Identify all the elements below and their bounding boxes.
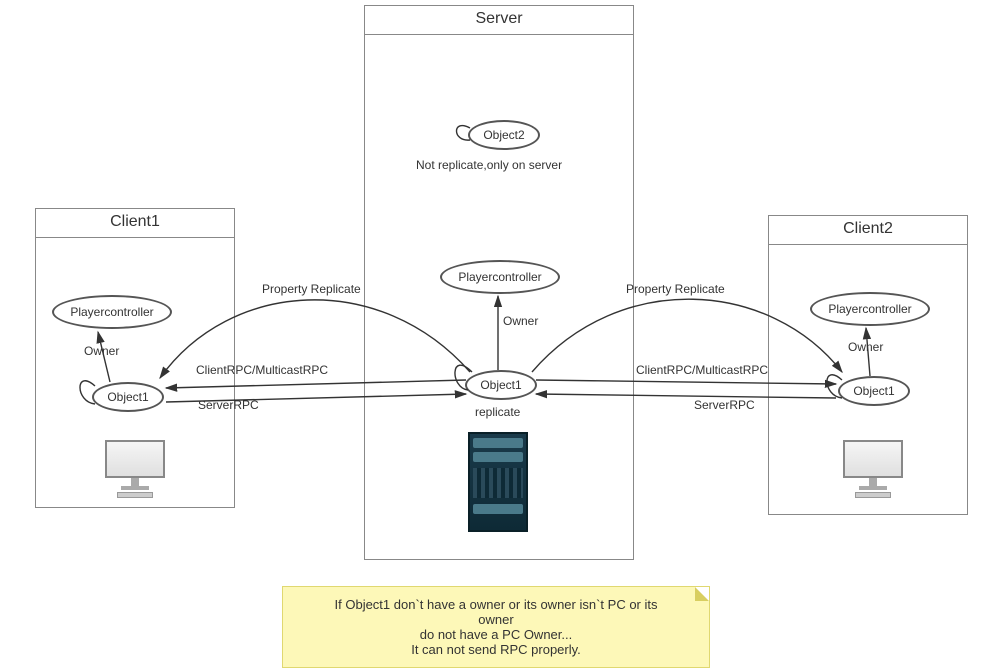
server-rack-icon [468, 432, 528, 532]
note-line1: If Object1 don`t have a owner or its own… [323, 597, 669, 627]
client1-monitor-icon [100, 440, 170, 500]
server-not-replicate-label: Not replicate,only on server [416, 158, 562, 172]
server-title: Server [365, 10, 633, 28]
note-line3: It can not send RPC properly. [323, 642, 669, 657]
client1-owner-label: Owner [84, 344, 119, 358]
client1-title: Client1 [36, 213, 234, 231]
client1-playercontroller: Playercontroller [52, 295, 172, 329]
clientrpc-right-label: ClientRPC/MulticastRPC [636, 363, 768, 377]
note-line2: do not have a PC Owner... [323, 627, 669, 642]
server-object1: Object1 [465, 370, 537, 400]
client2-owner-label: Owner [848, 340, 883, 354]
client2-object1: Object1 [838, 376, 910, 406]
footer-note: If Object1 don`t have a owner or its own… [282, 586, 710, 668]
server-owner-label: Owner [503, 314, 538, 328]
server-playercontroller: Playercontroller [440, 260, 560, 294]
client1-object1: Object1 [92, 382, 164, 412]
property-replicate-right-label: Property Replicate [626, 282, 725, 296]
client2-playercontroller: Playercontroller [810, 292, 930, 326]
client2-monitor-icon [838, 440, 908, 500]
server-object2: Object2 [468, 120, 540, 150]
client2-title: Client2 [769, 220, 967, 238]
server-replicate-label: replicate [475, 405, 520, 419]
serverrpc-right-label: ServerRPC [694, 398, 755, 412]
property-replicate-left-label: Property Replicate [262, 282, 361, 296]
clientrpc-left-label: ClientRPC/MulticastRPC [196, 363, 328, 377]
serverrpc-left-label: ServerRPC [198, 398, 259, 412]
